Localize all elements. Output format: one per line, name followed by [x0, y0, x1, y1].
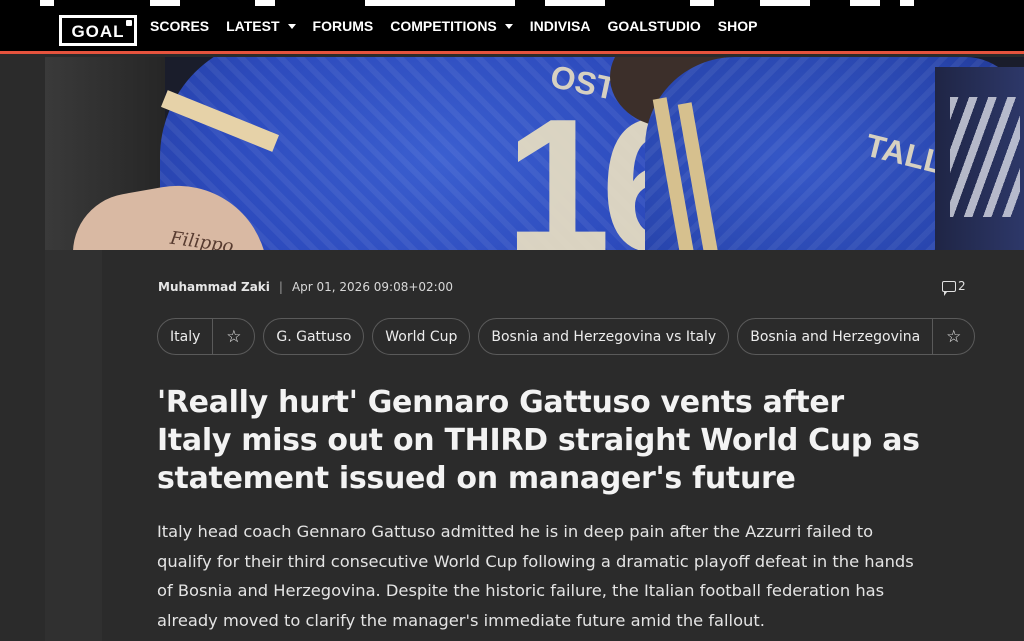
article-meta: Muhammad Zaki | Apr 01, 2026 09:08+02:00: [158, 280, 453, 294]
top-navigation-bar: GOAL SCORES LATEST FORUMS COMPETITIONS I…: [0, 0, 1024, 54]
tag-label: World Cup: [385, 328, 458, 345]
star-icon[interactable]: ☆: [212, 319, 254, 354]
nav-latest-label: LATEST: [226, 18, 280, 34]
nav-goalstudio[interactable]: GOALSTUDIO: [607, 18, 700, 34]
logo-text: GOAL: [71, 21, 125, 41]
summary-line: Italy head coach Gennaro Gattuso admitte…: [157, 522, 874, 541]
nav-shop[interactable]: SHOP: [718, 18, 758, 34]
comment-count: 2: [958, 279, 966, 293]
publish-timestamp: Apr 01, 2026 09:08+02:00: [291, 280, 453, 294]
tag-label[interactable]: Bosnia and Herzegovina: [738, 329, 932, 345]
nav-competitions-label: COMPETITIONS: [390, 18, 497, 34]
nav-shop-label: SHOP: [717, 18, 758, 34]
summary-line: already moved to clarify the manager's i…: [157, 610, 765, 630]
tag-g-gattuso[interactable]: G. Gattuso: [263, 318, 365, 355]
nav-indivisa[interactable]: INDIVISA: [530, 18, 591, 34]
tag-bosnia-and-herzegovina: Bosnia and Herzegovina ☆: [737, 318, 976, 355]
background-shirt-stripes: [950, 97, 1020, 217]
logo-dot-icon: [126, 20, 132, 26]
nav-forums-label: FORUMS: [312, 18, 374, 34]
goal-logo[interactable]: GOAL: [59, 15, 137, 46]
tag-world-cup[interactable]: World Cup: [372, 318, 471, 355]
left-side-panel: [45, 250, 102, 641]
comments-button[interactable]: 2: [942, 279, 966, 296]
comment-icon: [942, 280, 956, 296]
main-nav: SCORES LATEST FORUMS COMPETITIONS INDIVI…: [150, 18, 774, 34]
summary-line: qualify for their third consecutive Worl…: [157, 551, 914, 571]
tag-list: Italy ☆ G. Gattuso World Cup Bosnia and …: [157, 318, 976, 355]
tag-label: Bosnia and Herzegovina vs Italy: [491, 328, 717, 345]
article-headline: 'Really hurt' Gennaro Gattuso vents afte…: [157, 384, 977, 498]
top-partial-banner: [0, 0, 1024, 6]
tag-label: G. Gattuso: [276, 328, 352, 345]
nav-forums[interactable]: FORUMS: [313, 18, 374, 34]
nav-goalstudio-label: GOALSTUDIO: [607, 18, 701, 34]
summary-line: of Bosnia and Herzegovina. Despite the h…: [157, 581, 885, 600]
star-icon[interactable]: ☆: [932, 319, 974, 354]
tag-bosnia-vs-italy[interactable]: Bosnia and Herzegovina vs Italy: [478, 318, 730, 355]
nav-scores[interactable]: SCORES: [150, 18, 209, 34]
meta-separator: |: [278, 280, 283, 294]
headline-line: 'Really hurt' Gennaro Gattuso vents afte…: [157, 385, 844, 420]
article-summary: Italy head coach Gennaro Gattuso admitte…: [157, 517, 957, 635]
headline-line: Italy miss out on THIRD straight World C…: [157, 423, 920, 458]
chevron-down-icon: [287, 23, 296, 29]
author-name[interactable]: Muhammad Zaki: [158, 280, 270, 294]
tag-label[interactable]: Italy: [158, 329, 212, 345]
nav-indivisa-label: INDIVISA: [529, 18, 591, 34]
nav-latest[interactable]: LATEST: [226, 18, 296, 34]
nav-competitions[interactable]: COMPETITIONS: [390, 18, 513, 34]
headline-line: statement issued on manager's future: [157, 461, 796, 496]
chevron-down-icon: [504, 23, 513, 29]
tag-italy: Italy ☆: [157, 318, 256, 355]
nav-scores-label: SCORES: [150, 18, 210, 34]
